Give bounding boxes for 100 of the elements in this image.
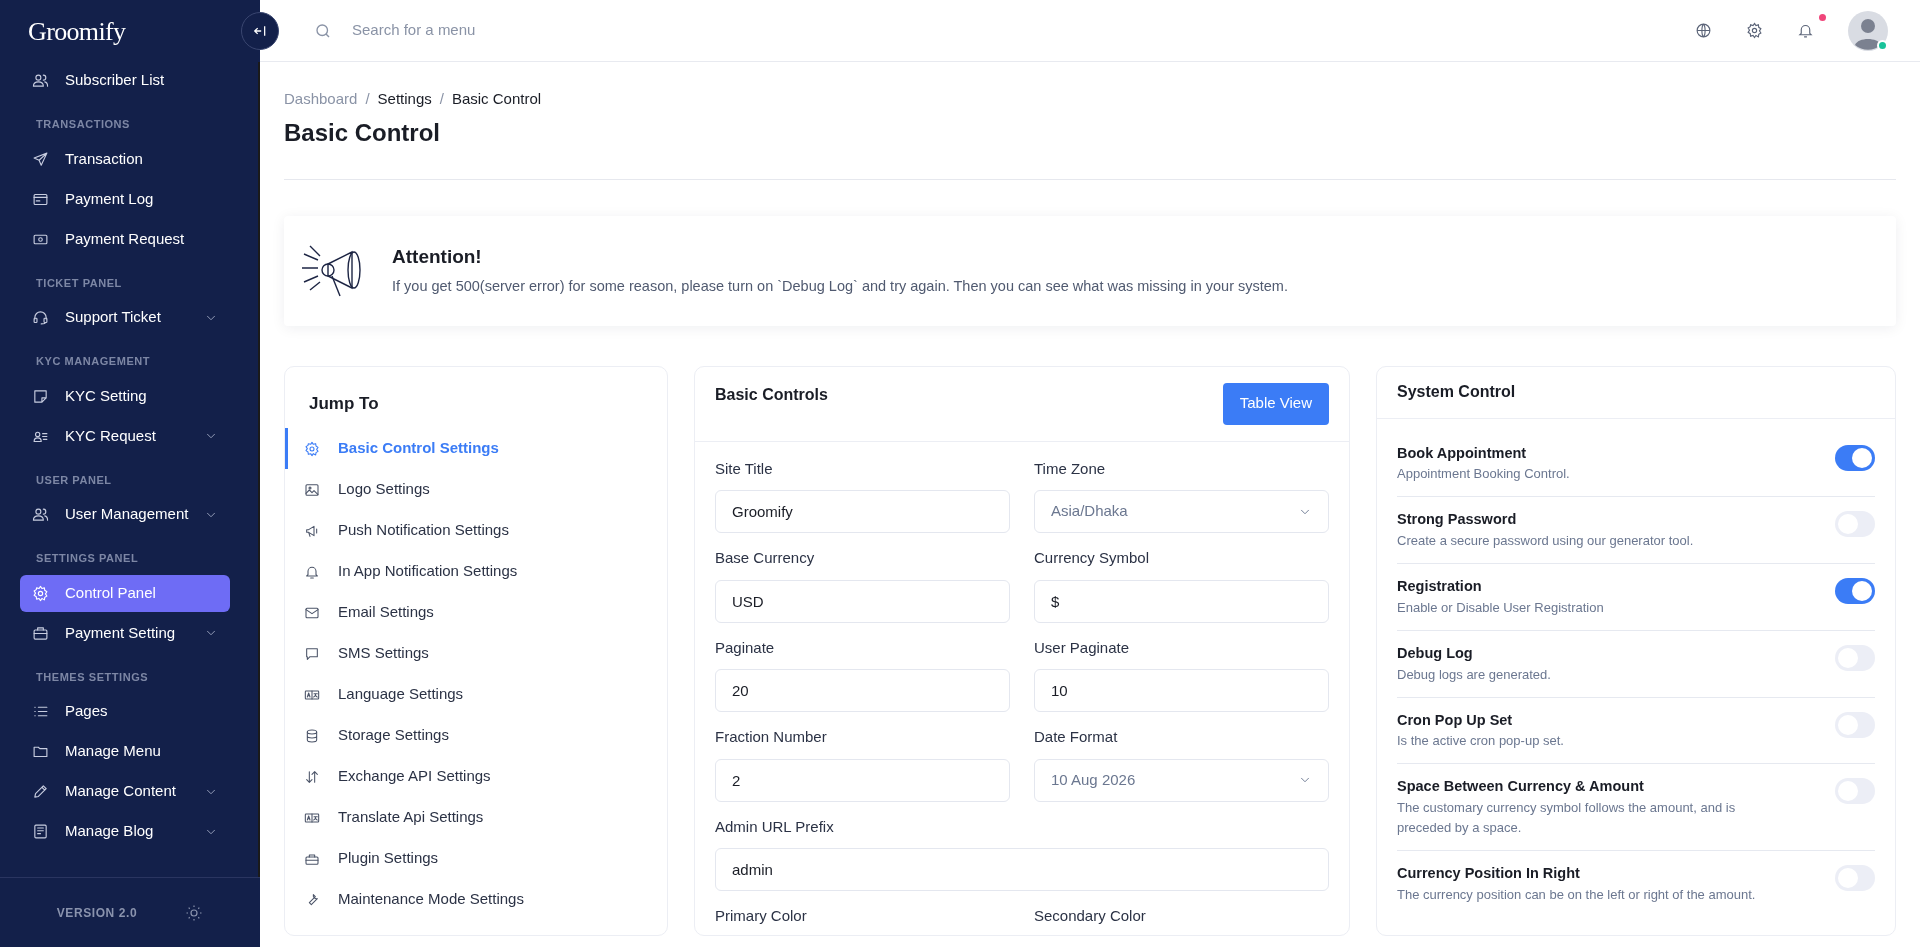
field-label: Date Format bbox=[1034, 727, 1119, 747]
sun-icon[interactable] bbox=[185, 903, 204, 922]
sidebar-item[interactable]: KYC Setting bbox=[20, 377, 231, 415]
headset-icon bbox=[32, 309, 49, 326]
text-field[interactable]: 2 bbox=[715, 758, 1010, 802]
users-icon bbox=[32, 72, 49, 89]
users-icon bbox=[32, 506, 49, 523]
section-heading: SETTINGS PANEL bbox=[35, 551, 140, 566]
table-view-button[interactable]: Table View bbox=[1222, 382, 1329, 425]
setting-title: Strong Password bbox=[1397, 510, 1518, 530]
text-field[interactable]: 20 bbox=[715, 669, 1010, 712]
text-field[interactable]: Groomify bbox=[715, 490, 1010, 533]
setting-title: Book Appointment bbox=[1397, 443, 1528, 463]
setting-description: Is the active cron pop-up set. bbox=[1397, 732, 1564, 751]
jump-to-link[interactable]: Logo Settings bbox=[285, 469, 667, 510]
setting-description: Create a secure password using our generator tool. bbox=[1397, 532, 1694, 550]
field-label: Currency Symbol bbox=[1034, 548, 1151, 568]
sidebar-item[interactable]: Control Panel bbox=[20, 574, 231, 612]
select-field[interactable]: Asia/Dhaka bbox=[1034, 490, 1329, 533]
jump-to-link[interactable]: Storage Settings bbox=[285, 715, 667, 756]
setting-title: Currency Position In Right bbox=[1397, 864, 1581, 883]
sidebar-item[interactable]: Subscriber List bbox=[20, 62, 231, 99]
notification-bell-icon[interactable] bbox=[1797, 22, 1814, 39]
page-title: Basic Control bbox=[284, 117, 442, 148]
text-field[interactable]: 10 bbox=[1034, 669, 1329, 712]
jump-to-link[interactable]: Translate Api Settings bbox=[285, 797, 667, 838]
sidebar-item[interactable]: Manage Menu bbox=[20, 733, 231, 770]
database-icon bbox=[304, 727, 320, 744]
jump-to-link[interactable]: Maintenance Mode Settings bbox=[285, 879, 667, 920]
field-label: Time Zone bbox=[1034, 458, 1107, 479]
section-heading: THEMES SETTINGS bbox=[35, 669, 150, 685]
section-heading: TRANSACTIONS bbox=[35, 117, 131, 132]
image-icon bbox=[304, 481, 320, 498]
chat-bubble-icon bbox=[304, 645, 320, 662]
version-label: VERSION 2.0 bbox=[56, 904, 138, 922]
breadcrumb-link[interactable]: Settings bbox=[377, 88, 432, 111]
field-label: Admin URL Prefix bbox=[715, 816, 835, 837]
setting-description: Enable or Disable User Registration bbox=[1397, 598, 1604, 617]
newspaper-icon bbox=[32, 823, 49, 840]
setting-description: Debug logs are generated. bbox=[1397, 665, 1551, 684]
globe-icon[interactable] bbox=[1695, 22, 1712, 39]
search-icon bbox=[314, 21, 332, 40]
setting-description: Appointment Booking Control. bbox=[1397, 465, 1570, 484]
setting-description: The customary currency symbol follows the amount, and is preceded by a space. bbox=[1397, 799, 1737, 837]
field-label: Fraction Number bbox=[715, 727, 828, 747]
card-title: System Control bbox=[1397, 382, 1516, 402]
note-icon bbox=[32, 387, 49, 405]
breadcrumb-separator: / bbox=[439, 89, 444, 109]
sidebar-item[interactable]: Support Ticket bbox=[20, 299, 231, 336]
jump-to-link[interactable]: Exchange API Settings bbox=[285, 756, 667, 797]
briefcase-icon bbox=[32, 624, 49, 642]
toggle-switch[interactable] bbox=[1835, 444, 1875, 471]
field-label: Primary Color bbox=[715, 906, 808, 926]
jump-to-link[interactable]: Basic Control Settings bbox=[285, 428, 667, 469]
jump-to-link[interactable]: Plugin Settings bbox=[285, 838, 667, 879]
text-field[interactable]: admin bbox=[715, 848, 1329, 891]
sidebar-item[interactable]: Transaction bbox=[20, 140, 231, 178]
text-field[interactable]: $ bbox=[1034, 579, 1329, 623]
sidebar-item[interactable]: Payment Request bbox=[20, 220, 231, 258]
section-heading: TICKET PANEL bbox=[35, 275, 123, 291]
jump-to-link[interactable]: Email Settings bbox=[285, 592, 667, 633]
breadcrumb-current: Basic Control bbox=[451, 89, 542, 109]
sidebar-item[interactable]: Manage Blog bbox=[20, 813, 231, 850]
card-title: Jump To bbox=[308, 392, 380, 415]
avatar-icon[interactable] bbox=[1848, 10, 1888, 51]
field-label: User Paginate bbox=[1034, 637, 1131, 658]
sidebar-item[interactable]: Pages bbox=[20, 693, 231, 730]
field-label: Paginate bbox=[715, 637, 776, 658]
sidebar-item[interactable]: Manage Content bbox=[20, 773, 231, 810]
logo[interactable]: Groomify bbox=[28, 11, 126, 51]
text-field[interactable]: USD bbox=[715, 579, 1010, 623]
field-label: Secondary Color bbox=[1034, 906, 1147, 926]
attention-message: If you get 500(server error) for some reason, please turn on `Debug Log` and try again. Then you can see what was missing in your system. bbox=[392, 276, 1288, 296]
setting-title: Cron Pop Up Set bbox=[1397, 710, 1514, 730]
jump-to-link[interactable]: SMS Settings bbox=[285, 633, 667, 674]
jump-to-link[interactable]: In App Notification Settings bbox=[285, 551, 667, 592]
field-label: Base Currency bbox=[715, 548, 816, 568]
breadcrumb-separator: / bbox=[365, 89, 370, 109]
setting-title: Debug Log bbox=[1397, 643, 1474, 663]
sidebar-item[interactable]: KYC Request bbox=[20, 417, 231, 455]
section-heading: USER PANEL bbox=[35, 472, 113, 488]
up-down-arrows-icon bbox=[304, 768, 320, 785]
attention-title: Attention! bbox=[392, 245, 483, 270]
section-heading: KYC MANAGEMENT bbox=[35, 354, 152, 369]
card-title: Basic Controls bbox=[715, 384, 828, 405]
settings-icon bbox=[304, 440, 320, 457]
collapse-sidebar-button[interactable] bbox=[241, 12, 279, 50]
sidebar-item[interactable]: Payment Log bbox=[20, 180, 231, 218]
sidebar-item[interactable]: User Management bbox=[20, 496, 231, 533]
settings-icon[interactable] bbox=[1746, 22, 1763, 39]
jump-to-link[interactable]: Language Settings bbox=[285, 674, 667, 715]
sidebar-item[interactable]: Payment Setting bbox=[20, 614, 231, 652]
field-label: Site Title bbox=[715, 458, 774, 479]
select-field[interactable]: 10 Aug 2026 bbox=[1034, 758, 1329, 802]
jump-to-link[interactable]: Push Notification Settings bbox=[285, 510, 667, 551]
toggle-switch[interactable] bbox=[1835, 578, 1875, 604]
setting-description: The currency position can be on the left or right of the amount. bbox=[1397, 885, 1756, 904]
search-field[interactable]: Search for a menu bbox=[352, 19, 752, 42]
settings-icon bbox=[32, 584, 49, 602]
paper-plane-icon bbox=[32, 150, 49, 168]
